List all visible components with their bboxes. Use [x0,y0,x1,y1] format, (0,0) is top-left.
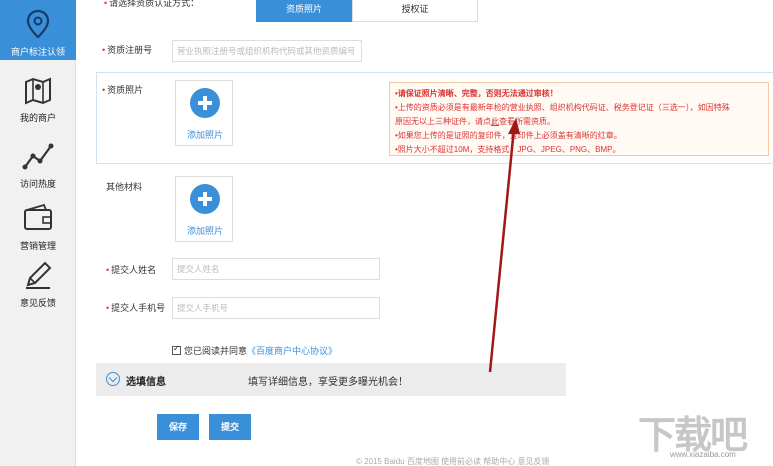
optional-info-hint: 填写详细信息，享受更多曝光机会！ [248,377,408,388]
sidebar-item-my-merchants[interactable]: 我的商户 [0,66,76,126]
sidebar-item-label: 访问热度 [19,179,56,189]
add-other-photo-button[interactable]: 添加照片 [175,176,233,242]
notice-line: •上传的资质必须是有最新年检的营业执照、组织机构代码证、税务登记证（三选一），如… [395,103,730,112]
other-materials-label: 其他材料 [106,182,143,192]
footer: © 2015 Baidu 百度地图 使用前必读 帮助中心 意见反馈 [356,457,550,466]
reg-number-label: • 资质注册号 [102,45,153,55]
notice-line: •照片大小不超过10M，支持格式：JPG、JPEG、PNG、BMP。 [395,145,621,154]
photo-requirements-notice: •请保证照片清晰、完整，否则无法通过审核！ •上传的资质必须是有最新年检的营业执… [389,82,769,156]
optional-info-bar[interactable]: 选填信息 填写详细信息，享受更多曝光机会！ [96,363,566,396]
submitter-name-input[interactable]: 提交人姓名 [172,258,380,280]
main-content: • 请选择资质认证方式： 资质照片 授权证 • 资质注册号 营业执照注册号或组织机构… [76,0,773,466]
verification-method-label: • 请选择资质认证方式： [104,0,200,8]
plus-icon [190,184,220,214]
sidebar-item-label: 意见反馈 [19,298,56,308]
verification-method-row: • 请选择资质认证方式： 资质照片 授权证 [98,0,538,22]
submit-button[interactable]: 提交 [209,414,251,440]
add-photo-button[interactable]: 添加照片 [175,80,233,146]
watermark-url: www.xiazaiba.com [670,450,736,459]
reg-number-input[interactable]: 营业执照注册号或组织机构代码或其他资质编号 [172,40,362,62]
sidebar-item-label: 我的商户 [19,113,56,123]
submitter-name-label: • 提交人姓名 [106,265,157,275]
view-qualification-link[interactable]: 此 [491,117,499,126]
watermark-logo: 下载吧 www.xiazaiba.com [636,402,770,460]
tab-authorization[interactable]: 授权证 [352,0,478,22]
add-photo-label: 添加照片 [186,226,223,236]
chevron-down-icon [106,372,120,386]
submitter-phone-input[interactable]: 提交人手机号 [172,297,380,319]
line-trend-icon [22,143,54,170]
optional-info-title: 选填信息 [126,377,166,388]
agree-checkbox[interactable] [172,344,181,355]
sidebar-item-merchant-claim[interactable]: 商户标注认领 [0,0,76,60]
add-photo-label: 添加照片 [186,130,223,140]
map-icon [25,77,51,105]
agreement-row: 您已阅读并同意《百度商户中心协议》 [172,344,337,357]
plus-icon [190,88,220,118]
location-pin-icon [26,9,50,39]
sidebar: 商户标注认领 我的商户 访问热度 营销管理 意见反馈 [0,0,76,466]
agreement-link[interactable]: 《百度商户中心协议》 [247,346,337,356]
sidebar-item-visit-heat[interactable]: 访问热度 [0,132,76,192]
notice-line: •请保证照片清晰、完整，否则无法通过审核！ [395,89,558,98]
wallet-icon [24,203,52,230]
save-button[interactable]: 保存 [157,414,199,440]
sidebar-item-feedback[interactable]: 意见反馈 [0,251,76,311]
submitter-phone-label: • 提交人手机号 [106,303,166,313]
sidebar-item-marketing[interactable]: 营销管理 [0,194,76,254]
qualification-photo-label: • 资质照片 [102,85,144,95]
tab-qualification-photo[interactable]: 资质照片 [256,0,352,22]
sidebar-item-label: 商户标注认领 [10,47,65,57]
notice-line: •如果您上传的是证照的复印件，复印件上必须盖有清晰的红章。 [395,131,622,140]
pencil-icon [26,261,52,289]
notice-line: 原因无以上三种证件，请点此查看所需资质。 [395,117,555,126]
